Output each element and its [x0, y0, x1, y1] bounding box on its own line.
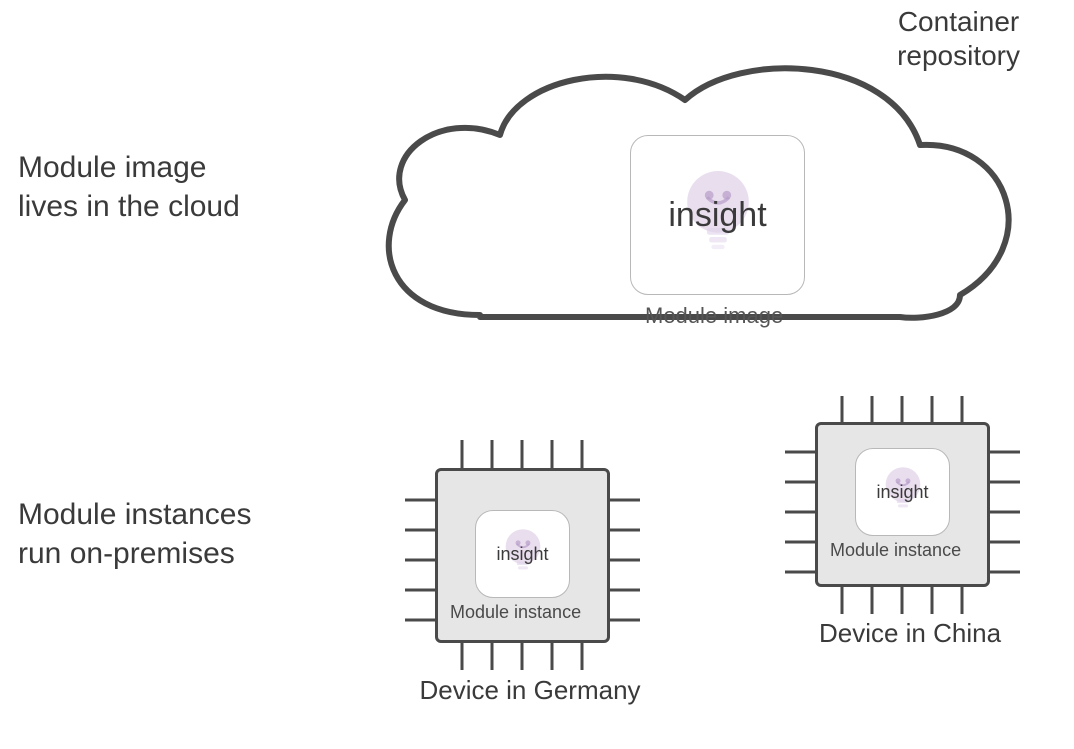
device-label-china: Device in China	[770, 618, 1050, 649]
module-image-caption: Module image	[645, 303, 783, 329]
module-instance-word-china: insight	[876, 482, 928, 503]
device-label-germany: Device in Germany	[390, 675, 670, 706]
cloud-region: Container repository insight Module imag…	[360, 15, 1060, 345]
label-module-image-cloud: Module image lives in the cloud	[18, 148, 240, 226]
label-module-instances-onprem: Module instances run on-premises	[18, 495, 251, 573]
device-china: insight Module instance Device in China	[770, 390, 1050, 690]
module-image-word: insight	[668, 196, 766, 235]
module-image-tile: insight	[630, 135, 805, 295]
module-instance-tile-germany: insight	[475, 510, 570, 598]
module-instance-caption-china: Module instance	[830, 540, 961, 561]
module-instance-word-germany: insight	[496, 544, 548, 565]
device-germany: insight Module instance Device in German…	[390, 430, 670, 730]
module-instance-caption-germany: Module instance	[450, 602, 581, 623]
module-instance-tile-china: insight	[855, 448, 950, 536]
